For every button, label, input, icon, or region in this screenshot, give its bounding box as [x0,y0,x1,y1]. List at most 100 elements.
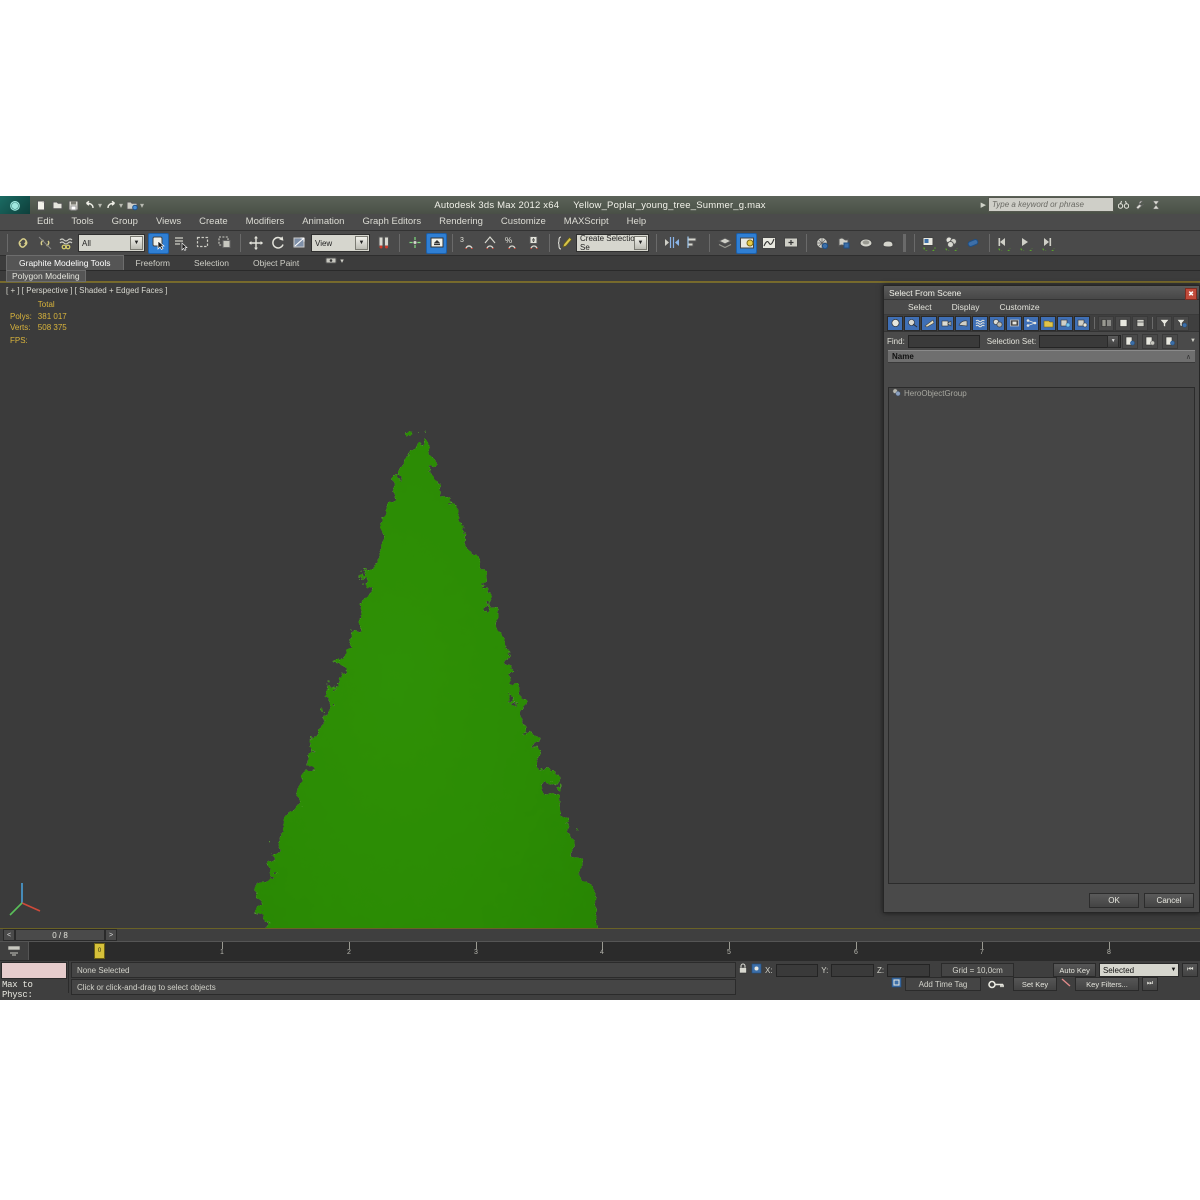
ok-button[interactable]: OK [1089,893,1139,908]
open-file-icon[interactable] [50,198,65,213]
ribbon-subtab-polygon-modeling[interactable]: Polygon Modeling [6,270,86,282]
lights-filter-icon[interactable] [921,315,937,331]
dialog-menu-display[interactable]: Display [942,302,990,312]
chevron-down-icon[interactable]: ▼ [130,236,143,250]
render-frame-window-icon[interactable] [833,233,854,254]
key-icon[interactable] [984,979,1010,990]
open-mini-curve-editor-icon[interactable] [0,942,29,960]
angle-snap-toggle-icon[interactable]: 3 [457,233,478,254]
render-setup-icon[interactable] [811,233,832,254]
geometry-filter-icon[interactable] [887,315,903,331]
bind-to-space-warp-icon[interactable] [56,233,77,254]
select-and-move-icon[interactable] [245,233,266,254]
xrefs-filter-icon[interactable] [1006,315,1022,331]
dialog-title-bar[interactable]: Select From Scene ✖ [884,286,1199,300]
hidden-filter-icon[interactable] [1074,315,1090,331]
menu-item-help[interactable]: Help [618,214,656,230]
display-children-icon[interactable] [1098,315,1114,331]
help-icon[interactable] [1149,198,1162,211]
search-input[interactable]: Type a keyword or phrase [988,197,1114,212]
save-file-icon[interactable] [66,198,81,213]
material-capsule-icon[interactable] [963,233,984,254]
named-selection-sets-combo[interactable]: Create Selection Se ▼ [576,234,649,252]
set-project-folder-icon[interactable] [124,198,139,213]
render-production-icon[interactable] [855,233,876,254]
list-item[interactable]: HeroObjectGroup [889,388,1194,399]
containers-filter-icon[interactable] [1040,315,1056,331]
window-crossing-toggle-icon[interactable] [214,233,235,254]
ribbon-tab-graphite-modeling-tools[interactable]: Graphite Modeling Tools [6,255,124,270]
layer-manager-icon[interactable] [714,233,735,254]
select-from-scene-dialog[interactable]: Select From Scene ✖ Select Display Custo… [883,285,1200,913]
time-tag-icon[interactable] [891,975,902,993]
menu-item-create[interactable]: Create [190,214,237,230]
edit-selection-set-icon[interactable] [1162,333,1179,349]
close-icon[interactable]: ✖ [1185,288,1197,300]
sort-indicator-icon[interactable]: ∧ [1186,353,1191,361]
reference-coordinate-system-combo[interactable]: View ▼ [311,234,370,252]
go-to-end-icon[interactable]: ⏭ [1142,977,1158,991]
material-editor-toolbar-icon[interactable] [780,233,801,254]
shapes-filter-icon[interactable] [904,315,920,331]
material-sample-icon[interactable] [941,233,962,254]
menu-item-rendering[interactable]: Rendering [430,214,492,230]
next-frame-icon[interactable] [1038,233,1059,254]
x-field[interactable] [775,963,819,977]
unlink-selection-icon[interactable] [34,233,55,254]
y-field[interactable] [831,963,874,977]
schematic-view-icon[interactable] [758,233,779,254]
timeline-playhead[interactable]: 0 [94,943,105,959]
bones-filter-icon[interactable] [1023,315,1039,331]
chevron-down-icon[interactable]: ▼ [1107,334,1120,348]
render-iterative-icon[interactable] [877,233,898,254]
key-mode-combo[interactable]: Selected ▼ [1098,963,1180,977]
menu-item-customize[interactable]: Customize [492,214,555,230]
ribbon-dropdown-icon[interactable]: ▾ [340,257,344,265]
chevron-down-icon[interactable]: ▼ [355,236,368,250]
cameras-filter-icon[interactable] [938,315,954,331]
find-input[interactable] [907,334,980,348]
menu-item-animation[interactable]: Animation [293,214,353,230]
menu-item-views[interactable]: Views [147,214,190,230]
select-and-rotate-icon[interactable] [267,233,288,254]
play-animation-icon[interactable] [1016,233,1037,254]
new-file-icon[interactable] [34,198,49,213]
align-icon[interactable] [683,233,704,254]
use-pivot-point-center-icon[interactable] [373,233,394,254]
mirror-icon[interactable] [661,233,682,254]
max-script-mini-listener[interactable] [1,962,67,979]
filter-funnel-icon[interactable] [1156,315,1172,331]
redo-dropdown-icon[interactable]: ▾ [119,201,123,210]
edit-named-selection-sets-icon[interactable] [554,233,575,254]
select-and-link-icon[interactable] [12,233,33,254]
set-key-button[interactable]: Set Key [1013,977,1057,991]
ribbon-tab-selection[interactable]: Selection [182,256,241,270]
menu-item-maxscript[interactable]: MAXScript [555,214,618,230]
search-binoculars-icon[interactable] [1117,198,1130,211]
go-to-start-icon[interactable]: ⏮ [1182,963,1198,977]
space-warps-filter-icon[interactable] [972,315,988,331]
ribbon-tab-object-paint[interactable]: Object Paint [241,256,311,270]
ribbon-options-icon[interactable] [325,252,337,270]
frame-readout[interactable]: 0 / 8 [15,929,105,941]
collapse-all-icon[interactable] [1132,315,1148,331]
redo-icon[interactable] [103,198,118,213]
search-dropdown-icon[interactable]: ▶ [981,201,986,209]
curve-editor-icon[interactable] [736,232,757,254]
select-and-scale-icon[interactable] [289,233,310,254]
key-tangent-icon[interactable] [1060,975,1072,993]
add-time-tag-button[interactable]: Add Time Tag [905,977,981,991]
percent-snap-toggle-icon[interactable]: % [501,233,522,254]
list-column-header-name[interactable]: Name ∧ [888,350,1195,363]
menu-item-graph-editors[interactable]: Graph Editors [353,214,430,230]
menu-item-group[interactable]: Group [103,214,147,230]
helpers-filter-icon[interactable] [955,315,971,331]
dialog-menu-customize[interactable]: Customize [990,302,1050,312]
wrench-icon[interactable] [1133,198,1146,211]
ribbon-tab-freeform[interactable]: Freeform [124,256,182,270]
menu-item-edit[interactable]: Edit [28,214,62,230]
previous-frame-icon[interactable] [994,233,1015,254]
dialog-options-dropdown-icon[interactable]: ▼ [1190,338,1196,344]
previous-frame-button[interactable]: < [3,929,15,941]
clear-filter-icon[interactable] [1173,315,1189,331]
